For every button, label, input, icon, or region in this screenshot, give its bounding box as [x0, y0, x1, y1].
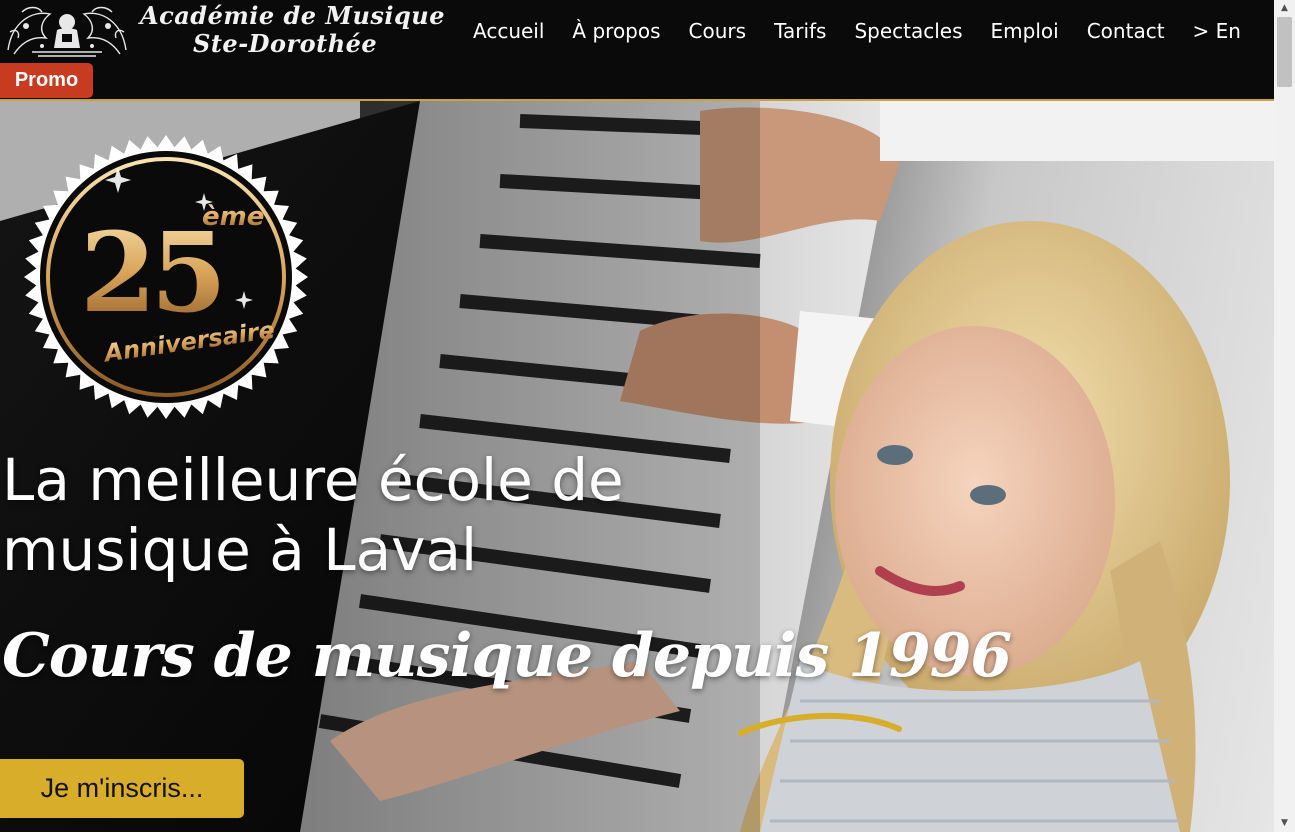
nav-item-cours[interactable]: Cours: [689, 19, 747, 43]
nav-item-english[interactable]: > En: [1193, 19, 1241, 43]
hero-section: 25 ème Anniversaire La meilleure école d…: [0, 101, 1274, 832]
nav-item-emploi[interactable]: Emploi: [991, 19, 1059, 43]
logo-title-line2: Ste-Dorothée: [193, 29, 378, 58]
nav-item-a-propos[interactable]: À propos: [572, 19, 660, 43]
scroll-down-icon[interactable]: ▼: [1274, 815, 1295, 832]
promo-button[interactable]: Promo: [0, 63, 93, 98]
main-nav: Accueil À propos Cours Tarifs Spectacles Empl…: [473, 19, 1269, 49]
hero-subtitle: Cours de musique depuis 1996: [2, 621, 1012, 691]
badge-number: 25: [80, 208, 221, 337]
scroll-thumb[interactable]: [1277, 17, 1292, 87]
crest-icon: [2, 2, 132, 60]
signup-button[interactable]: Je m'inscris...: [0, 759, 244, 818]
nav-item-contact[interactable]: Contact: [1087, 19, 1165, 43]
badge-suffix: ème: [202, 202, 264, 232]
site-header: Académie de Musique Ste-Dorothée Accueil…: [0, 0, 1274, 101]
hero-title: La meilleure école de musique à Laval: [2, 446, 624, 584]
scroll-up-icon[interactable]: ▲: [1274, 0, 1295, 17]
anniversary-badge: 25 ème Anniversaire: [24, 135, 308, 419]
site-logo[interactable]: Académie de Musique Ste-Dorothée: [0, 0, 445, 62]
nav-item-accueil[interactable]: Accueil: [473, 19, 544, 43]
gold-swoosh-decoration: [738, 712, 902, 736]
nav-item-spectacles[interactable]: Spectacles: [854, 19, 962, 43]
page-scrollbar[interactable]: ▲ ▼: [1274, 0, 1295, 832]
logo-title-line1: Académie de Musique: [140, 1, 446, 30]
nav-item-tarifs[interactable]: Tarifs: [774, 19, 826, 43]
